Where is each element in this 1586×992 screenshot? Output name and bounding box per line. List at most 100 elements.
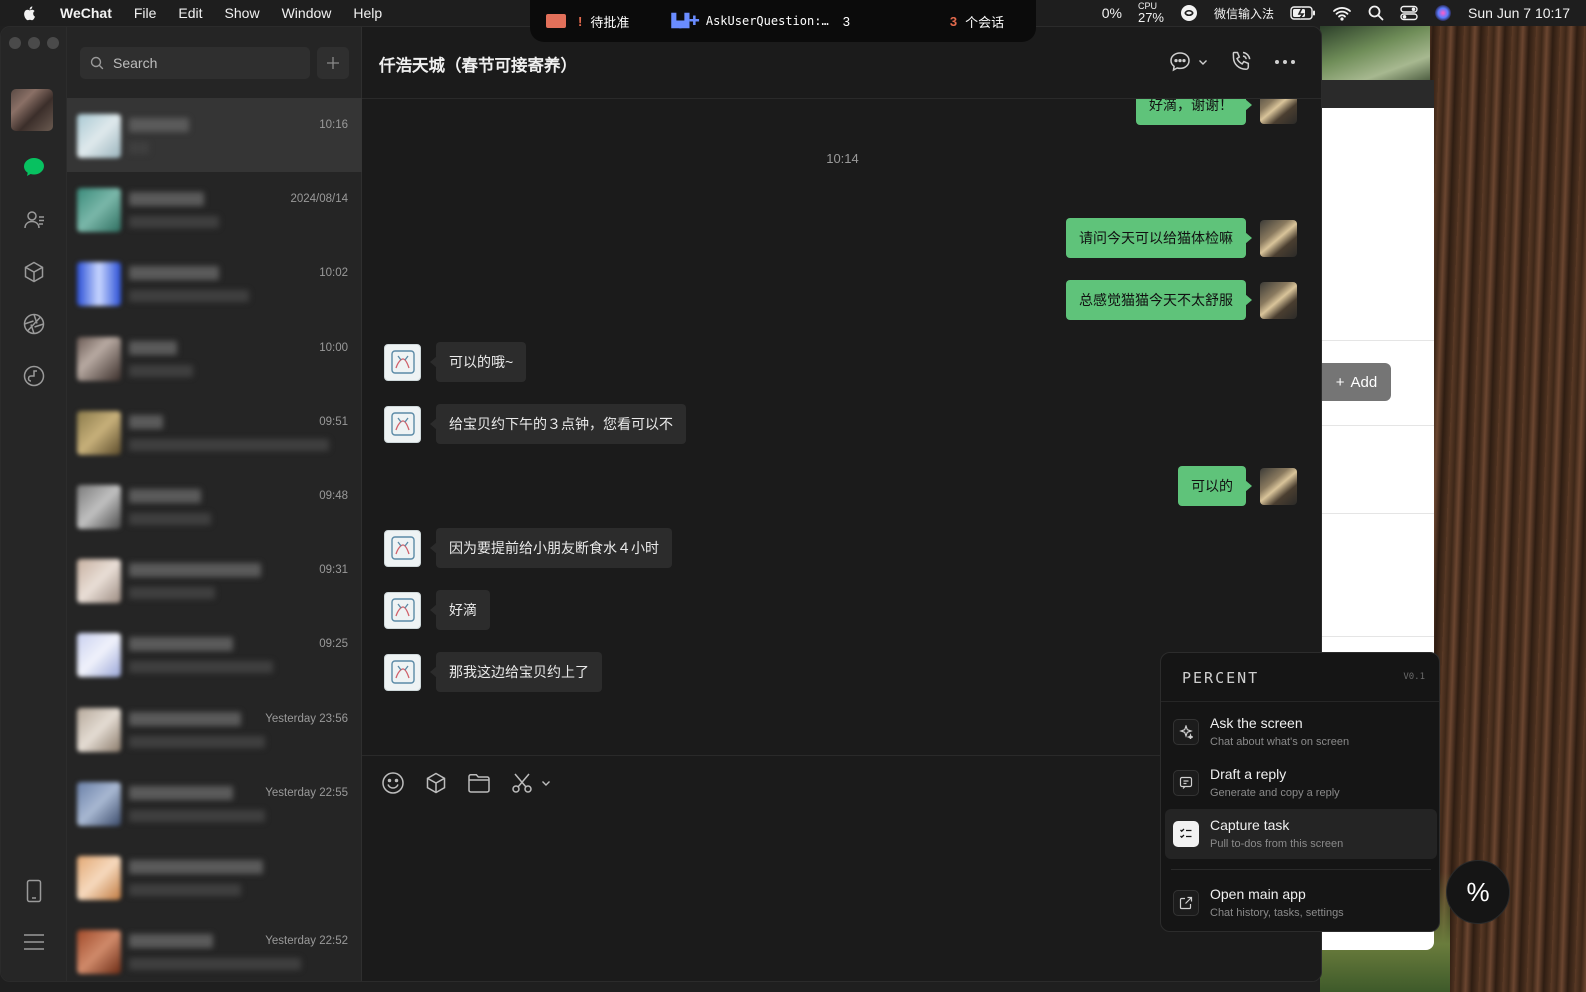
search-input[interactable] [113, 55, 293, 71]
channels-icon[interactable] [21, 363, 47, 389]
apple-icon[interactable] [22, 5, 38, 21]
send-file-button[interactable] [466, 770, 492, 796]
pet-clinic-logo-icon [390, 660, 415, 684]
contact-avatar [77, 559, 121, 604]
emoji-button[interactable] [380, 770, 406, 796]
divider [1171, 869, 1431, 870]
message-bubble: 那我这边给宝贝约上了 [430, 652, 602, 692]
chat-list-item[interactable]: Yesterday 22:55 [67, 766, 362, 840]
minimize-window-button[interactable] [28, 37, 40, 49]
message-outgoing[interactable]: 可以的 [1178, 466, 1297, 506]
chat-list-item[interactable]: Yesterday 22:52 [67, 914, 362, 981]
siri-icon[interactable] [1434, 4, 1452, 22]
my-avatar[interactable] [1260, 219, 1297, 257]
ask-screen-item[interactable]: Ask the screen Chat about what's on scre… [1165, 707, 1437, 757]
menu-show[interactable]: Show [225, 5, 260, 21]
voice-call-button[interactable] [1228, 49, 1254, 75]
my-avatar[interactable] [1260, 281, 1297, 319]
message-bubble: 可以的 [1178, 466, 1252, 506]
chevron-down-icon [542, 781, 550, 786]
message-incoming[interactable]: 好滴 [384, 590, 490, 630]
checklist-icon [1173, 821, 1199, 847]
contact-avatar [77, 633, 121, 678]
message-incoming[interactable]: 那我这边给宝贝约上了 [384, 652, 602, 692]
menu-hamburger-icon[interactable] [21, 929, 47, 955]
input-method-label[interactable]: 微信输入法 [1214, 5, 1274, 22]
message-outgoing[interactable]: 总感觉猫猫今天不太舒服 [1066, 280, 1297, 320]
chat-list-item[interactable]: 2024/08/14 [67, 172, 362, 246]
conversation-title[interactable]: 仟浩天城（春节可接寄养） [379, 52, 577, 76]
agent-status-text: AskUserQuestion:… [705, 14, 829, 28]
contact-avatar [77, 484, 121, 529]
contact-avatar[interactable] [384, 343, 421, 381]
chat-list-item[interactable]: 10:00 [67, 321, 362, 395]
message-incoming[interactable]: 因为要提前给小朋友断食水４小时 [384, 528, 672, 568]
external-link-icon [1173, 890, 1199, 916]
chat-list-item[interactable]: 09:51 [67, 395, 362, 469]
chat-list-item[interactable] [67, 840, 362, 914]
chat-name-redacted [129, 266, 219, 281]
menu-window[interactable]: Window [282, 5, 332, 21]
moments-aperture-icon[interactable] [21, 311, 47, 337]
chat-options-button[interactable] [1168, 49, 1209, 75]
chat-time: 10:00 [319, 341, 348, 354]
search-box[interactable] [80, 47, 310, 79]
contacts-icon[interactable] [21, 207, 47, 233]
message-incoming[interactable]: 给宝贝约下午的３点钟，您看可以不 [384, 404, 686, 444]
contact-avatar[interactable] [384, 653, 421, 691]
contact-avatar[interactable] [384, 529, 421, 567]
chat-name-redacted [129, 414, 163, 429]
menu-app-name[interactable]: WeChat [60, 5, 112, 21]
close-window-button[interactable] [9, 37, 21, 49]
clock[interactable]: Sun Jun 7 10:17 [1468, 5, 1570, 21]
chat-list-item[interactable]: 09:25 [67, 617, 362, 691]
screenshot-button[interactable] [510, 770, 560, 796]
wifi-icon[interactable] [1332, 5, 1352, 21]
cpu-value: 27% [1137, 10, 1164, 25]
message-incoming[interactable]: 可以的哦~ [384, 342, 527, 382]
zoom-window-button[interactable] [47, 37, 59, 49]
phone-device-icon[interactable] [21, 878, 47, 904]
menu-edit[interactable]: Edit [178, 5, 202, 21]
chat-preview-redacted [129, 142, 149, 154]
chat-list-item[interactable]: 09:48 [67, 469, 362, 543]
chats-icon[interactable] [21, 154, 47, 180]
plus-icon: + [1335, 373, 1345, 391]
chat-name-redacted [129, 934, 213, 949]
new-chat-button[interactable] [317, 47, 349, 79]
message-outgoing[interactable]: 请问今天可以给猫体检嘛 [1066, 218, 1297, 258]
chat-name-redacted [129, 563, 261, 578]
message-outgoing[interactable]: 好滴，谢谢！ [1136, 99, 1297, 125]
chat-list-item[interactable]: 09:31 [67, 543, 362, 617]
percent-launcher-button[interactable]: % [1446, 860, 1510, 924]
notch-status-island[interactable]: ! 待批准 ▙▟ ✚ AskUserQuestion:… 3 3 个会话 [530, 0, 1036, 42]
menu-file[interactable]: File [134, 5, 157, 21]
cpu-meter[interactable]: CPU 27% [1138, 1, 1164, 25]
battery-icon[interactable] [1290, 6, 1316, 20]
favorites-button[interactable] [423, 770, 449, 796]
favorites-cube-icon[interactable] [21, 259, 47, 285]
my-avatar[interactable] [1260, 467, 1297, 505]
contact-avatar[interactable] [384, 591, 421, 629]
control-center-icon[interactable] [1400, 5, 1418, 21]
contact-avatar[interactable] [384, 405, 421, 443]
spotlight-search-icon[interactable] [1368, 5, 1384, 21]
chat-list-item[interactable]: 10:16 [67, 98, 362, 173]
more-options-button[interactable] [1274, 49, 1296, 75]
open-main-app-item[interactable]: Open main app Chat history, tasks, setti… [1165, 878, 1437, 928]
chat-name-redacted [129, 785, 233, 800]
draft-reply-item[interactable]: Draft a reply Generate and copy a reply [1165, 758, 1437, 808]
input-method-icon[interactable] [1180, 4, 1198, 22]
user-avatar[interactable] [11, 89, 53, 131]
capture-task-item[interactable]: Capture task Pull to-dos from this scree… [1165, 809, 1437, 859]
chat-list-item[interactable]: Yesterday 23:56 [67, 692, 362, 766]
menu-help[interactable]: Help [353, 5, 382, 21]
chat-list-item[interactable]: 10:02 [67, 246, 362, 320]
contact-avatar [77, 336, 121, 381]
my-avatar[interactable] [1260, 99, 1297, 124]
chat-time: 09:51 [319, 415, 348, 428]
menu-item-label: Capture task [1210, 817, 1290, 833]
add-button[interactable]: + Add [1322, 363, 1391, 401]
background-window-titlebar [1322, 80, 1434, 108]
chat-items: 10:16 2024/08/14 10:02 10:00 09:51 09:48… [67, 98, 362, 981]
